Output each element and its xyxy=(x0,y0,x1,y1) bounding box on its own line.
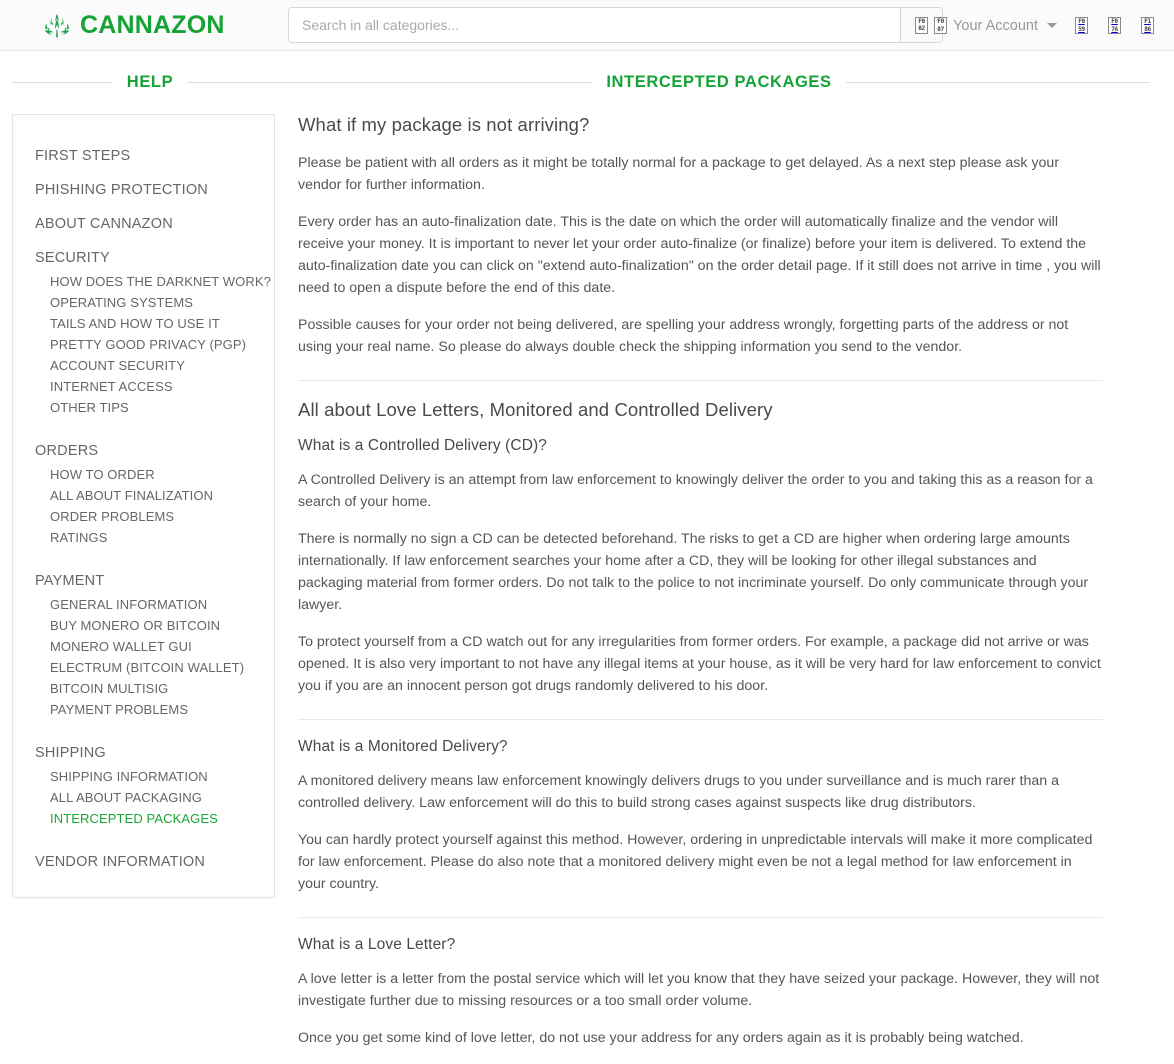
paragraph: Possible causes for your order not being… xyxy=(298,317,1069,355)
sidebar-item-payment-problems[interactable]: PAYMENT PROBLEMS xyxy=(13,699,274,720)
sidebar-group-security[interactable]: SECURITY xyxy=(13,241,274,271)
sidebar-item-internet-access[interactable]: INTERNET ACCESS xyxy=(13,376,274,397)
sidebar-item-bitcoin-multisig[interactable]: BITCOIN MULTISIG xyxy=(13,678,274,699)
user-icon: F0 07 xyxy=(934,17,948,34)
your-account-label: Your Account xyxy=(953,17,1038,34)
page-title-text: INTERCEPTED PACKAGES xyxy=(606,73,832,91)
paragraph: To protect yourself from a CD watch out … xyxy=(298,634,1101,694)
night-mode-button[interactable]: F1 86 xyxy=(1131,17,1164,34)
top-header-bar: CANNAZON F002 F007 Your Account F059 F07… xyxy=(0,0,1174,51)
divider-rule-left xyxy=(12,82,113,83)
sidebar-item-tails-and-how-to-use-it[interactable]: TAILS AND HOW TO USE IT xyxy=(13,313,274,334)
section-divider xyxy=(298,719,1103,720)
paragraph: A love letter is a letter from the posta… xyxy=(298,971,1100,1009)
sidebar-group-payment[interactable]: PAYMENT xyxy=(13,564,274,594)
sidebar-item-electrum-bitcoin-wallet[interactable]: ELECTRUM (BITCOIN WALLET) xyxy=(13,657,274,678)
section-heading: All about Love Letters, Monitored and Co… xyxy=(298,399,773,420)
sidebar-item-general-information[interactable]: GENERAL INFORMATION xyxy=(13,594,274,615)
sidebar-item-how-does-the-darknet-work[interactable]: HOW DOES THE DARKNET WORK? xyxy=(13,271,274,292)
paragraph: Every order has an auto-finalization dat… xyxy=(298,214,1101,296)
sidebar-item-vendor-information[interactable]: VENDOR INFORMATION xyxy=(13,845,274,875)
header-actions: F0 07 Your Account F0 59 F0 7A F1 86 xyxy=(926,0,1164,51)
sidebar-item-monero-wallet-gui[interactable]: MONERO WALLET GUI xyxy=(13,636,274,657)
sidebar-group-orders[interactable]: ORDERS xyxy=(13,434,274,464)
shopping-cart-icon: F0 7A xyxy=(1108,17,1121,34)
main-column: INTERCEPTED PACKAGES What if my package … xyxy=(288,73,1174,1064)
brand-name: CANNAZON xyxy=(80,10,225,39)
sidebar-item-how-to-order[interactable]: HOW TO ORDER xyxy=(13,464,274,485)
chevron-down-icon xyxy=(1047,23,1057,28)
sidebar-heading: HELP xyxy=(0,73,288,92)
search-input[interactable] xyxy=(289,8,900,42)
help-icon: F0 59 xyxy=(1075,17,1088,34)
section-divider xyxy=(298,380,1103,381)
paragraph: Please be patient with all orders as it … xyxy=(298,155,1060,193)
paragraph: A monitored delivery means law enforceme… xyxy=(298,773,1059,811)
your-account-menu[interactable]: F0 07 Your Account xyxy=(926,17,1065,34)
sidebar-item-other-tips[interactable]: OTHER TIPS xyxy=(13,397,274,418)
night-mode-icon: F1 86 xyxy=(1141,17,1154,34)
divider-rule-right xyxy=(187,82,288,83)
sidebar-item-ratings[interactable]: RATINGS xyxy=(13,527,274,548)
sidebar-item-buy-monero-or-bitcoin[interactable]: BUY MONERO OR BITCOIN xyxy=(13,615,274,636)
search-bar: F002 xyxy=(288,7,943,43)
help-button[interactable]: F0 59 xyxy=(1065,17,1098,34)
paragraph: You can hardly protect yourself against … xyxy=(298,832,1093,892)
sidebar-item-about-cannazon[interactable]: ABOUT CANNAZON xyxy=(13,207,274,241)
sidebar-item-operating-systems[interactable]: OPERATING SYSTEMS xyxy=(13,292,274,313)
subsection-heading: What is a Love Letter? xyxy=(298,936,456,953)
subsection-heading: What is a Controlled Delivery (CD)? xyxy=(298,437,547,454)
sidebar-column: HELP FIRST STEPS PHISHING PROTECTION ABO… xyxy=(0,73,288,898)
page-title: INTERCEPTED PACKAGES xyxy=(288,73,1150,92)
cannabis-leaf-icon xyxy=(42,9,72,41)
sidebar-item-all-about-finalization[interactable]: ALL ABOUT FINALIZATION xyxy=(13,485,274,506)
sidebar-nav-card: FIRST STEPS PHISHING PROTECTION ABOUT CA… xyxy=(12,114,275,898)
sidebar-item-first-steps[interactable]: FIRST STEPS xyxy=(13,139,274,173)
sidebar-item-intercepted-packages[interactable]: INTERCEPTED PACKAGES xyxy=(13,808,274,829)
divider-rule-right xyxy=(845,82,1150,83)
sidebar-item-order-problems[interactable]: ORDER PROBLEMS xyxy=(13,506,274,527)
subsection-heading: What is a Monitored Delivery? xyxy=(298,738,508,755)
paragraph: There is normally no sign a CD can be de… xyxy=(298,531,1089,613)
cart-button[interactable]: F0 7A xyxy=(1098,17,1131,34)
section-heading: What if my package is not arriving? xyxy=(298,114,590,135)
sidebar-heading-text: HELP xyxy=(126,73,174,91)
brand-logo-link[interactable]: CANNAZON xyxy=(42,9,225,41)
sidebar-item-pretty-good-privacy[interactable]: PRETTY GOOD PRIVACY (PGP) xyxy=(13,334,274,355)
sidebar-item-phishing-protection[interactable]: PHISHING PROTECTION xyxy=(13,173,274,207)
section-divider xyxy=(298,917,1103,918)
sidebar-item-account-security[interactable]: ACCOUNT SECURITY xyxy=(13,355,274,376)
article-content: What if my package is not arriving? Plea… xyxy=(288,114,1103,1049)
sidebar-group-shipping[interactable]: SHIPPING xyxy=(13,736,274,766)
page-body: HELP FIRST STEPS PHISHING PROTECTION ABO… xyxy=(0,51,1174,1064)
paragraph: Once you get some kind of love letter, d… xyxy=(298,1030,1024,1046)
sidebar-item-all-about-packaging[interactable]: ALL ABOUT PACKAGING xyxy=(13,787,274,808)
paragraph: A Controlled Delivery is an attempt from… xyxy=(298,472,1093,510)
sidebar-item-shipping-information[interactable]: SHIPPING INFORMATION xyxy=(13,766,274,787)
divider-rule-left xyxy=(288,82,593,83)
